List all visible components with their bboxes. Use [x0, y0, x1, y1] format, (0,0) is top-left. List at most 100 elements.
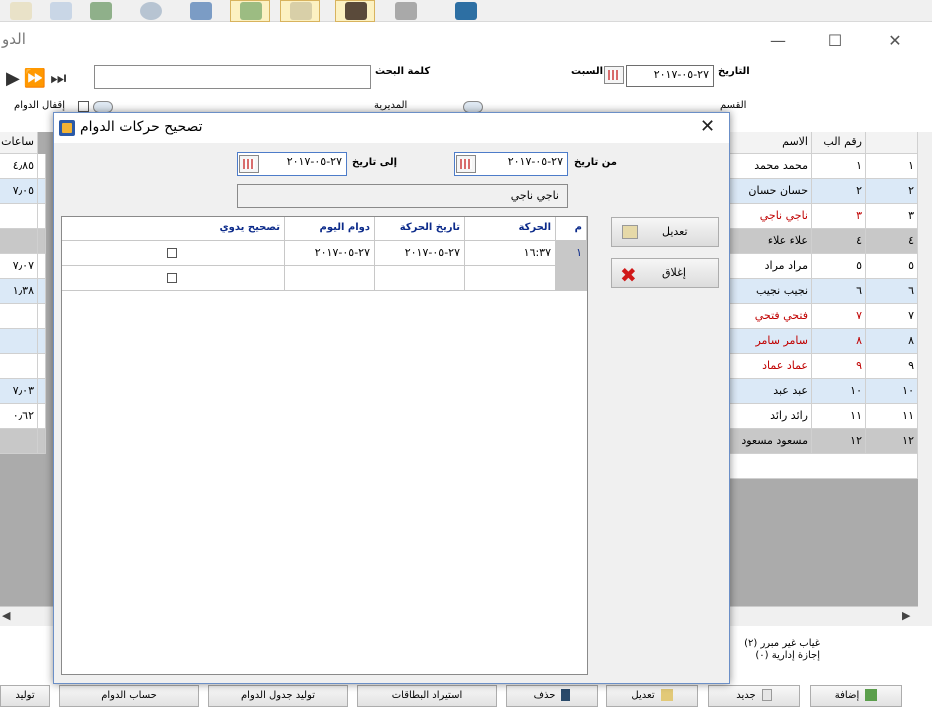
grid-cell-hours: ٠٫٦٢: [0, 404, 38, 429]
dialog-titlebar: تصحيح حركات الدوام ✕: [54, 113, 729, 143]
movement-cell-movement-date[interactable]: ٢٧-٠٥-٢٠١٧: [375, 241, 465, 266]
movement-cell-idx[interactable]: ١: [556, 241, 587, 266]
edit-icon: [660, 689, 673, 701]
edit-icon: [10, 2, 32, 20]
fast-forward-icon[interactable]: ⏩: [24, 68, 50, 89]
grid-cell-name: سامر سامر: [730, 329, 812, 354]
new-button[interactable]: جديد: [708, 685, 800, 707]
toolbar-button-2[interactable]: [40, 0, 80, 22]
grid-cell-id: ٥: [812, 254, 866, 279]
movement-cell-manual-fix: [62, 241, 285, 266]
scroll-left-icon[interactable]: ◀: [2, 609, 10, 622]
calc-attendance-button[interactable]: حساب الدوام: [59, 685, 199, 707]
maximize-button[interactable]: ☐: [823, 30, 847, 52]
toolbar-button-1[interactable]: [0, 0, 40, 22]
grid-cell-name: فتحي فتحي: [730, 304, 812, 329]
minimize-button[interactable]: —: [766, 30, 790, 52]
grid-cell-name: حسان حسان: [730, 179, 812, 204]
dialog-close-icon[interactable]: ✕: [700, 116, 715, 137]
from-date-calendar-icon[interactable]: [456, 155, 476, 173]
movement-cell-day-shift[interactable]: ٢٧-٠٥-٢٠١٧: [285, 241, 375, 266]
grid-cell-filler: [38, 154, 46, 179]
close-window-button[interactable]: ✕: [883, 30, 907, 52]
col-header-hours: ساعات: [0, 132, 38, 154]
day-name: السبت: [571, 66, 604, 77]
grid-cell-id: ٢: [812, 179, 866, 204]
grid-cell-n: ١١: [866, 404, 918, 429]
toolbar-button-4[interactable]: [130, 0, 170, 22]
grid-cell-name: نجيب نجيب: [730, 279, 812, 304]
legend-unjustified: غياب غير مبرر (٢): [744, 638, 820, 649]
from-date-label: من تاريخ: [574, 157, 617, 168]
toolbar-button-6[interactable]: [230, 0, 270, 22]
grid-cell-hours: ٧٫٠٥: [0, 179, 38, 204]
toolbar-button-3[interactable]: [80, 0, 120, 22]
grid-cell-id: ٣: [812, 204, 866, 229]
book-icon: [455, 2, 477, 20]
calendar-icon[interactable]: [604, 66, 624, 84]
grid-cell-filler: [38, 304, 46, 329]
attendance-correction-dialog: تصحيح حركات الدوام ✕ من تاريخ ٢٧-٠٥-٢٠١٧…: [53, 112, 730, 684]
movement-cell-movement[interactable]: ١٦:٣٧: [465, 241, 556, 266]
movement-cell-day-shift[interactable]: [285, 266, 375, 291]
section-label: القسم: [720, 100, 747, 111]
import-cards-button[interactable]: استيراد البطاقات: [357, 685, 497, 707]
last-record-icon[interactable]: ⏭: [50, 68, 70, 89]
scroll-right-icon[interactable]: ▶: [902, 609, 910, 622]
to-date-label: إلى تاريخ: [352, 157, 398, 168]
grid-cell-filler: [38, 179, 46, 204]
grid-cell-id: ٧: [812, 304, 866, 329]
grid-cell-hours: [0, 204, 38, 229]
manual-fix-checkbox[interactable]: [167, 248, 177, 258]
movement-cell-movement[interactable]: [465, 266, 556, 291]
movement-cell-movement-date[interactable]: [375, 266, 465, 291]
manual-fix-checkbox[interactable]: [167, 273, 177, 283]
employee-name-field: ناجي ناجي: [237, 184, 568, 208]
grid-header-movement-date[interactable]: تاريخ الحركة: [375, 217, 465, 241]
grid-cell-n: ٩: [866, 354, 918, 379]
new-doc-icon: [761, 689, 772, 701]
dialog-close-button[interactable]: ✖ إغلاق: [611, 258, 719, 288]
grid-cell-name: علاء علاء: [730, 229, 812, 254]
grid-header-day-shift[interactable]: دوام اليوم: [285, 217, 375, 241]
movement-cell-idx[interactable]: [556, 266, 587, 291]
next-record-icon[interactable]: ▶: [6, 68, 24, 89]
grid-cell-name: مراد مراد: [730, 254, 812, 279]
add-icon: [50, 2, 72, 20]
grid-cell-n: ٤: [866, 229, 918, 254]
grid-cell-hours: [0, 329, 38, 354]
grid-cell-hours: ٧٫٠٣: [0, 379, 38, 404]
grid-cell-n: ١: [866, 154, 918, 179]
date-field[interactable]: ٢٧-٠٥-٢٠١٧: [626, 65, 714, 87]
to-date-calendar-icon[interactable]: [239, 155, 259, 173]
col-header-rownum: [866, 132, 918, 154]
edit-button[interactable]: تعديل: [606, 685, 698, 707]
toolbar-button-9[interactable]: [385, 0, 425, 22]
money-icon: [90, 2, 112, 20]
grid-header-movement[interactable]: الحركة: [465, 217, 556, 241]
grid-header-idx[interactable]: م: [556, 217, 587, 241]
grid-cell-n: ٥: [866, 254, 918, 279]
grid-cell-id: ١٠: [812, 379, 866, 404]
close-attendance-checkbox[interactable]: [78, 101, 89, 112]
vertical-scrollbar[interactable]: [918, 132, 932, 626]
toolbar-button-10[interactable]: [445, 0, 485, 22]
delete-button[interactable]: حذف: [506, 685, 598, 707]
movements-grid: م الحركة تاريخ الحركة دوام اليوم تصحيح يدوي ١…: [61, 216, 588, 675]
generate-button[interactable]: توليد: [0, 685, 50, 707]
grid-header-manual-fix[interactable]: تصحيح يدوي: [62, 217, 285, 241]
grid-cell-name: رائد رائد: [730, 404, 812, 429]
grid-cell-hours: ٧٫٠٧: [0, 254, 38, 279]
search-input[interactable]: [94, 65, 371, 89]
edit-pencil-icon: [622, 225, 638, 239]
chart-icon: [190, 2, 212, 20]
grid-cell-filler: [38, 254, 46, 279]
toolbar-button-5[interactable]: [180, 0, 220, 22]
dialog-edit-button[interactable]: تعديل: [611, 217, 719, 247]
toolbar-button-7[interactable]: [280, 0, 320, 22]
add-button[interactable]: إضافة: [810, 685, 902, 707]
app-icon: [59, 120, 75, 136]
toolbar-button-8[interactable]: [335, 0, 375, 22]
grid-cell-n: ١٢: [866, 429, 918, 454]
generate-schedule-button[interactable]: توليد جدول الدوام: [208, 685, 348, 707]
